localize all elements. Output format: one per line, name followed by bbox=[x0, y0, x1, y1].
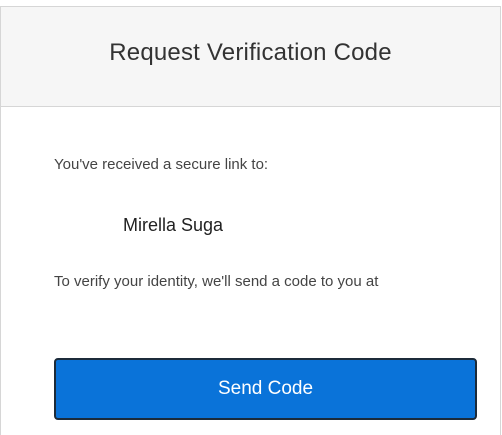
page-title: Request Verification Code bbox=[109, 38, 392, 66]
card-header: Request Verification Code bbox=[1, 7, 500, 107]
verify-identity-text: To verify your identity, we'll send a co… bbox=[54, 273, 379, 290]
send-code-button[interactable]: Send Code bbox=[54, 358, 477, 420]
recipient-name: Mirella Suga bbox=[123, 215, 224, 235]
page: Request Verification Code You've receive… bbox=[0, 0, 502, 435]
card-body: You've received a secure link to: Mirell… bbox=[1, 156, 500, 292]
received-link-text: You've received a secure link to: bbox=[54, 156, 269, 173]
